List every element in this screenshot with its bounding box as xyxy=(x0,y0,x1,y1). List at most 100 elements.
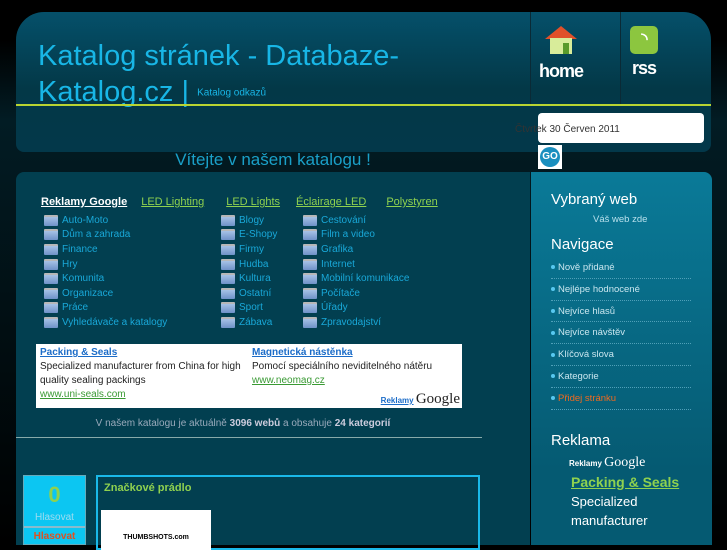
header-line xyxy=(16,104,711,106)
category-item[interactable]: Dům a zahrada xyxy=(44,228,167,243)
nav-list: Nově přidané Nejlépe hodnocené Nejvíce h… xyxy=(551,257,691,410)
nav-best-rated[interactable]: Nejlépe hodnocené xyxy=(551,279,691,301)
category-item[interactable]: Hudba xyxy=(221,257,277,272)
folder-icon xyxy=(44,287,58,299)
home-link[interactable]: home xyxy=(538,24,584,82)
category-column: Blogy E-Shopy Firmy Hudba Kultura Ostatn… xyxy=(221,213,277,330)
go-label: GO xyxy=(540,147,560,167)
category-item[interactable]: Úřady xyxy=(303,301,409,316)
folder-icon xyxy=(303,243,317,255)
nav-categories[interactable]: Kategorie xyxy=(551,366,691,388)
category-item[interactable]: Organizace xyxy=(44,286,167,301)
go-button[interactable]: GO xyxy=(538,145,562,169)
folder-icon xyxy=(44,229,58,241)
welcome-heading: Vítejte v našem katalogu ! xyxy=(175,150,371,169)
category-item[interactable]: Finance xyxy=(44,242,167,257)
entry-title[interactable]: Značkové prádlo xyxy=(104,482,478,494)
site-title[interactable]: Katalog stránek - Databaze-Katalog.cz | … xyxy=(38,38,418,111)
nav-most-visits[interactable]: Nejvíce návštěv xyxy=(551,322,691,345)
site-subtitle: Katalog odkazů xyxy=(197,87,267,99)
category-item[interactable]: Sport xyxy=(221,301,277,316)
folder-icon xyxy=(221,243,235,255)
folder-icon xyxy=(303,258,317,270)
category-item[interactable]: Auto-Moto xyxy=(44,213,167,228)
nav-add-page[interactable]: Přidej stránku xyxy=(551,388,691,410)
nav-heading: Navigace xyxy=(551,236,614,253)
vote-button[interactable]: Hlasovat xyxy=(24,526,85,542)
home-icon xyxy=(545,26,577,54)
featured-heading: Vybraný web xyxy=(551,191,638,208)
main-content: Reklamy Google LED Lighting LED Lights Écla… xyxy=(16,172,530,550)
folder-icon xyxy=(303,214,317,226)
ad-title[interactable]: Magnetická nástěnka xyxy=(252,347,353,358)
google-ad-block: Packing & Seals Specialized manufacturer … xyxy=(36,344,462,408)
category-item[interactable]: Firmy xyxy=(221,242,277,257)
link-polystyren[interactable]: Polystyren xyxy=(386,196,437,208)
ad-title[interactable]: Packing & Seals xyxy=(40,347,117,358)
link-led-lighting[interactable]: LED Lighting xyxy=(141,196,204,208)
folder-icon xyxy=(221,258,235,270)
folder-icon xyxy=(303,229,317,241)
category-item[interactable]: Mobilní komunikace xyxy=(303,271,409,286)
category-item[interactable]: E-Shopy xyxy=(221,228,277,243)
ad-text: Specialized manufacturer from China for … xyxy=(40,361,241,386)
vote-label: Hlasovat xyxy=(35,512,74,523)
site-thumbnail[interactable]: THUMBSHOTS.com xyxy=(101,510,211,550)
top-links: Reklamy Google LED Lighting LED Lights Écla… xyxy=(41,196,452,208)
google-logo: Google xyxy=(415,391,460,407)
folder-icon xyxy=(303,316,317,328)
category-item[interactable]: Grafika xyxy=(303,242,409,257)
nav-new[interactable]: Nově přidané xyxy=(551,257,691,279)
category-item[interactable]: Cestování xyxy=(303,213,409,228)
folder-icon xyxy=(221,214,235,226)
link-led-lights[interactable]: LED Lights xyxy=(226,196,280,208)
category-item[interactable]: Zpravodajství xyxy=(303,315,409,330)
category-item[interactable]: Počítače xyxy=(303,286,409,301)
rss-link[interactable]: ◝ rss xyxy=(626,26,662,79)
category-item[interactable]: Vyhledávače a katalogy xyxy=(44,315,167,330)
category-item[interactable]: Film a video xyxy=(303,228,409,243)
category-item[interactable]: Hry xyxy=(44,257,167,272)
ads-by-google[interactable]: Reklamy Google xyxy=(569,455,712,471)
folder-icon xyxy=(44,273,58,285)
catalog-stats: V našem katalogu je aktuálně 3096 webů a… xyxy=(95,418,391,429)
divider xyxy=(16,437,482,438)
folder-icon xyxy=(44,302,58,314)
nav-most-votes[interactable]: Nejvíce hlasů xyxy=(551,301,691,323)
vote-box: 0 Hlasovat Hlasovat xyxy=(23,475,86,545)
folder-icon xyxy=(303,302,317,314)
divider xyxy=(530,12,531,104)
folder-icon xyxy=(221,273,235,285)
category-item[interactable]: Práce xyxy=(44,301,167,316)
site-entry: Značkové prádlo THUMBSHOTS.com xyxy=(96,475,480,550)
ads-by-google[interactable]: Reklamy Google xyxy=(381,391,460,408)
link-reklamy-google[interactable]: Reklamy Google xyxy=(41,196,127,208)
category-column: Cestování Film a video Grafika Internet … xyxy=(303,213,409,330)
category-item[interactable]: Zábava xyxy=(221,315,277,330)
link-eclairage-led[interactable]: Éclairage LED xyxy=(296,196,366,208)
ad-text: Pomocí speciálního neviditelného nátěru xyxy=(252,361,433,372)
home-label: home xyxy=(538,61,584,81)
category-item[interactable]: Kultura xyxy=(221,271,277,286)
folder-icon xyxy=(303,287,317,299)
category-item[interactable]: Ostatní xyxy=(221,286,277,301)
nav-keywords[interactable]: Klíčová slova xyxy=(551,344,691,366)
folder-icon xyxy=(44,258,58,270)
folder-icon xyxy=(44,316,58,328)
sidebar-ad-title[interactable]: Packing & Seals xyxy=(571,473,681,492)
ad-item[interactable]: Packing & Seals Specialized manufacturer … xyxy=(40,346,245,402)
category-item[interactable]: Komunita xyxy=(44,271,167,286)
ad-url[interactable]: www.uni-seals.com xyxy=(40,389,126,400)
featured-text[interactable]: Váš web zde xyxy=(593,214,712,225)
folder-icon xyxy=(221,287,235,299)
divider xyxy=(620,12,621,104)
folder-icon xyxy=(44,214,58,226)
ad-url[interactable]: www.neomag.cz xyxy=(252,375,325,386)
ads-heading: Reklama xyxy=(551,431,611,449)
category-item[interactable]: Blogy xyxy=(221,213,277,228)
ad-item[interactable]: Magnetická nástěnka Pomocí speciálního ne… xyxy=(252,346,462,388)
date: Čtvrtek 30 Červen 2011 xyxy=(515,124,620,135)
category-item[interactable]: Internet xyxy=(303,257,409,272)
sidebar-ad-text: Specialized manufacturer xyxy=(571,493,648,528)
folder-icon xyxy=(221,302,235,314)
